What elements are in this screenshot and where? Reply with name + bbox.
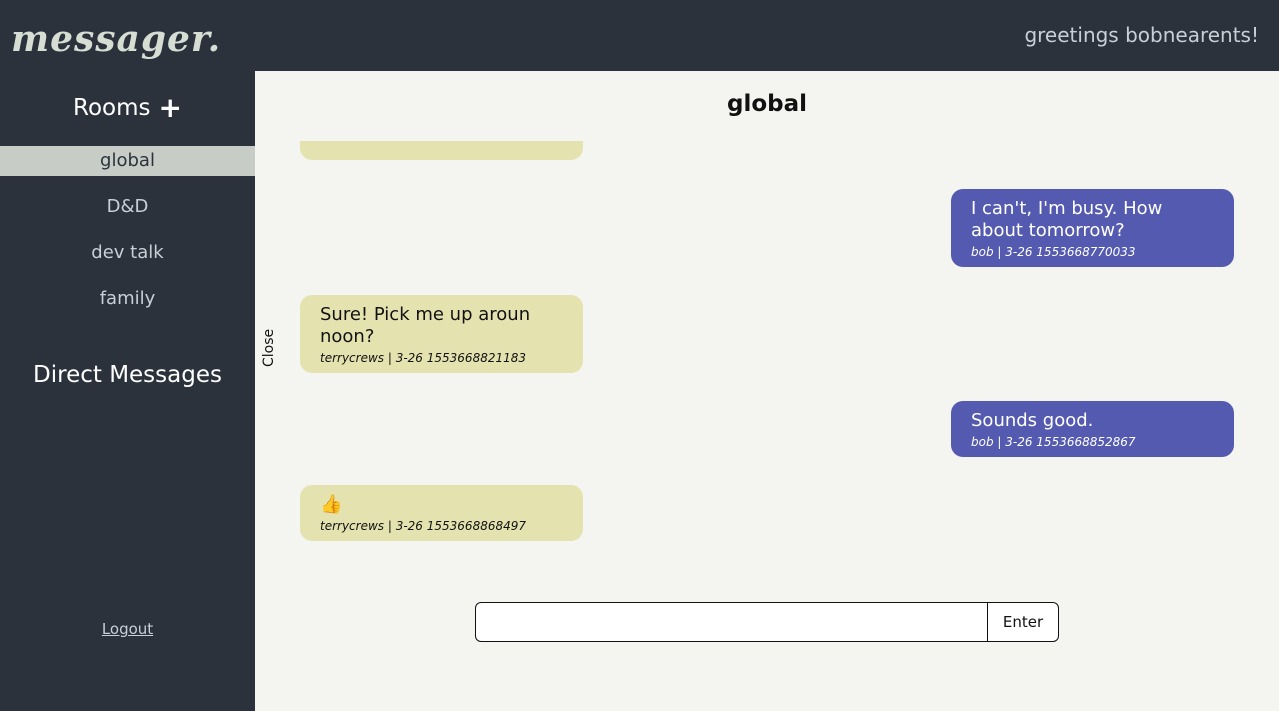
message-bubble: Sure! Pick me up aroun noon? terrycrews …	[300, 295, 583, 373]
message-text: Sounds good.	[971, 410, 1094, 431]
message-meta: bob | 3-26 1553668770033	[971, 245, 1136, 259]
room-item-family[interactable]: family	[0, 284, 255, 314]
add-room-icon[interactable]: +	[159, 91, 182, 124]
enter-button[interactable]: Enter	[987, 602, 1059, 642]
message-text: 👍	[320, 494, 343, 515]
logout-link[interactable]: Logout	[0, 620, 255, 638]
room-item-dev-talk[interactable]: dev talk	[0, 238, 255, 268]
chat-panel: global Close I can't, I'm busy. How abou…	[255, 71, 1279, 711]
message-bubble: Sounds good. bob | 3-26 1553668852867	[951, 401, 1234, 457]
message-bubble: 👍 terrycrews | 3-26 1553668868497	[300, 485, 583, 541]
app-logo: messager.	[11, 18, 222, 60]
message-text: Sure! Pick me up aroun noon?	[320, 304, 531, 347]
message-meta: terrycrews | 3-26 1553668868497	[320, 519, 527, 533]
message-input[interactable]	[475, 602, 988, 642]
rooms-heading-label: Rooms	[73, 95, 151, 121]
message-meta: terrycrews | 3-26 1553668821183	[320, 351, 527, 365]
message-list[interactable]: I can't, I'm busy. How about tomorrow? b…	[255, 141, 1279, 621]
greeting-text: greetings bobnearents!	[1024, 23, 1259, 47]
room-item-dnd[interactable]: D&D	[0, 192, 255, 222]
rooms-heading: Rooms +	[0, 91, 255, 124]
top-bar: messager. greetings bobnearents!	[0, 0, 1279, 71]
room-title: global	[726, 91, 808, 117]
message-meta: bob | 3-26 1553668852867	[971, 435, 1136, 449]
message-text: I can't, I'm busy. How about tomorrow?	[971, 198, 1163, 241]
sidebar: Rooms + global D&D dev talk family Direct…	[0, 71, 255, 711]
room-item-global[interactable]: global	[0, 146, 255, 176]
direct-messages-heading: Direct Messages	[33, 362, 222, 388]
message-bubble: I can't, I'm busy. How about tomorrow? b…	[951, 189, 1234, 267]
message-bubble	[300, 141, 583, 160]
